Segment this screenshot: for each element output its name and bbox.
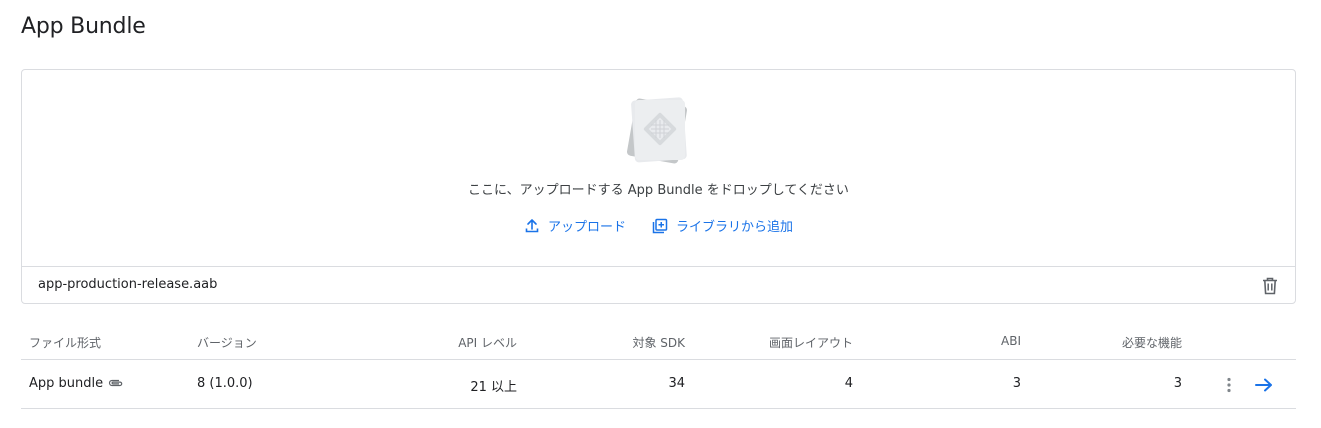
bundle-details-table: ファイル形式 バージョン API レベル 対象 SDK 画面レイアウト ABI … <box>21 322 1296 409</box>
app-bundle-file-icon <box>626 96 689 166</box>
upload-label: アップロード <box>547 220 626 235</box>
table-row[interactable]: App bundle 8 (1.0.0) 21 以上 34 4 3 3 <box>21 360 1296 409</box>
cell-abi: 3 <box>1012 376 1021 391</box>
header-target-sdk: 対象 SDK <box>632 336 685 350</box>
uploaded-file-row: app-production-release.aab <box>22 266 1295 304</box>
cell-target-sdk: 34 <box>668 376 685 391</box>
cell-api-level: 21 以上 <box>470 380 517 395</box>
file-format-label: App bundle <box>29 376 104 391</box>
arrow-right-icon <box>1255 378 1273 392</box>
header-required-features: 必要な機能 <box>1121 336 1182 350</box>
drop-instructions: ここに、アップロードする App Bundle をドロップしてください <box>468 183 849 198</box>
app-bundle-page: App Bundle ここに、アップロードする App Bundle をドロップ… <box>0 0 1321 428</box>
page-title: App Bundle <box>21 14 146 39</box>
header-screen-layout: 画面レイアウト <box>768 336 853 350</box>
more-vert-icon <box>1227 377 1231 393</box>
cell-version: 8 (1.0.0) <box>197 376 253 391</box>
row-more-button[interactable] <box>1221 374 1237 396</box>
table-header-row: ファイル形式 バージョン API レベル 対象 SDK 画面レイアウト ABI … <box>21 322 1296 360</box>
cell-required-features: 3 <box>1173 376 1182 391</box>
cell-screen-layout: 4 <box>844 376 853 391</box>
header-file-format: ファイル形式 <box>29 336 102 350</box>
uploaded-file-name: app-production-release.aab <box>38 277 218 292</box>
delete-file-button[interactable] <box>1259 275 1281 297</box>
header-abi: ABI <box>1001 334 1021 348</box>
trash-icon <box>1262 277 1278 295</box>
paperclip-icon <box>108 378 124 388</box>
header-api-level: API レベル <box>458 336 517 350</box>
cell-file-format: App bundle <box>29 376 124 391</box>
open-details-button[interactable] <box>1253 374 1275 396</box>
add-to-library-icon <box>652 218 668 234</box>
add-from-library-button[interactable]: ライブラリから追加 <box>652 216 793 235</box>
upload-icon <box>524 218 540 234</box>
dropzone-actions: アップロード ライブラリから追加 <box>22 216 1295 235</box>
header-version: バージョン <box>197 336 257 350</box>
upload-button[interactable]: アップロード <box>524 216 626 235</box>
bundle-dropzone[interactable]: ここに、アップロードする App Bundle をドロップしてください アップロ… <box>21 69 1296 304</box>
add-from-library-label: ライブラリから追加 <box>676 220 794 235</box>
